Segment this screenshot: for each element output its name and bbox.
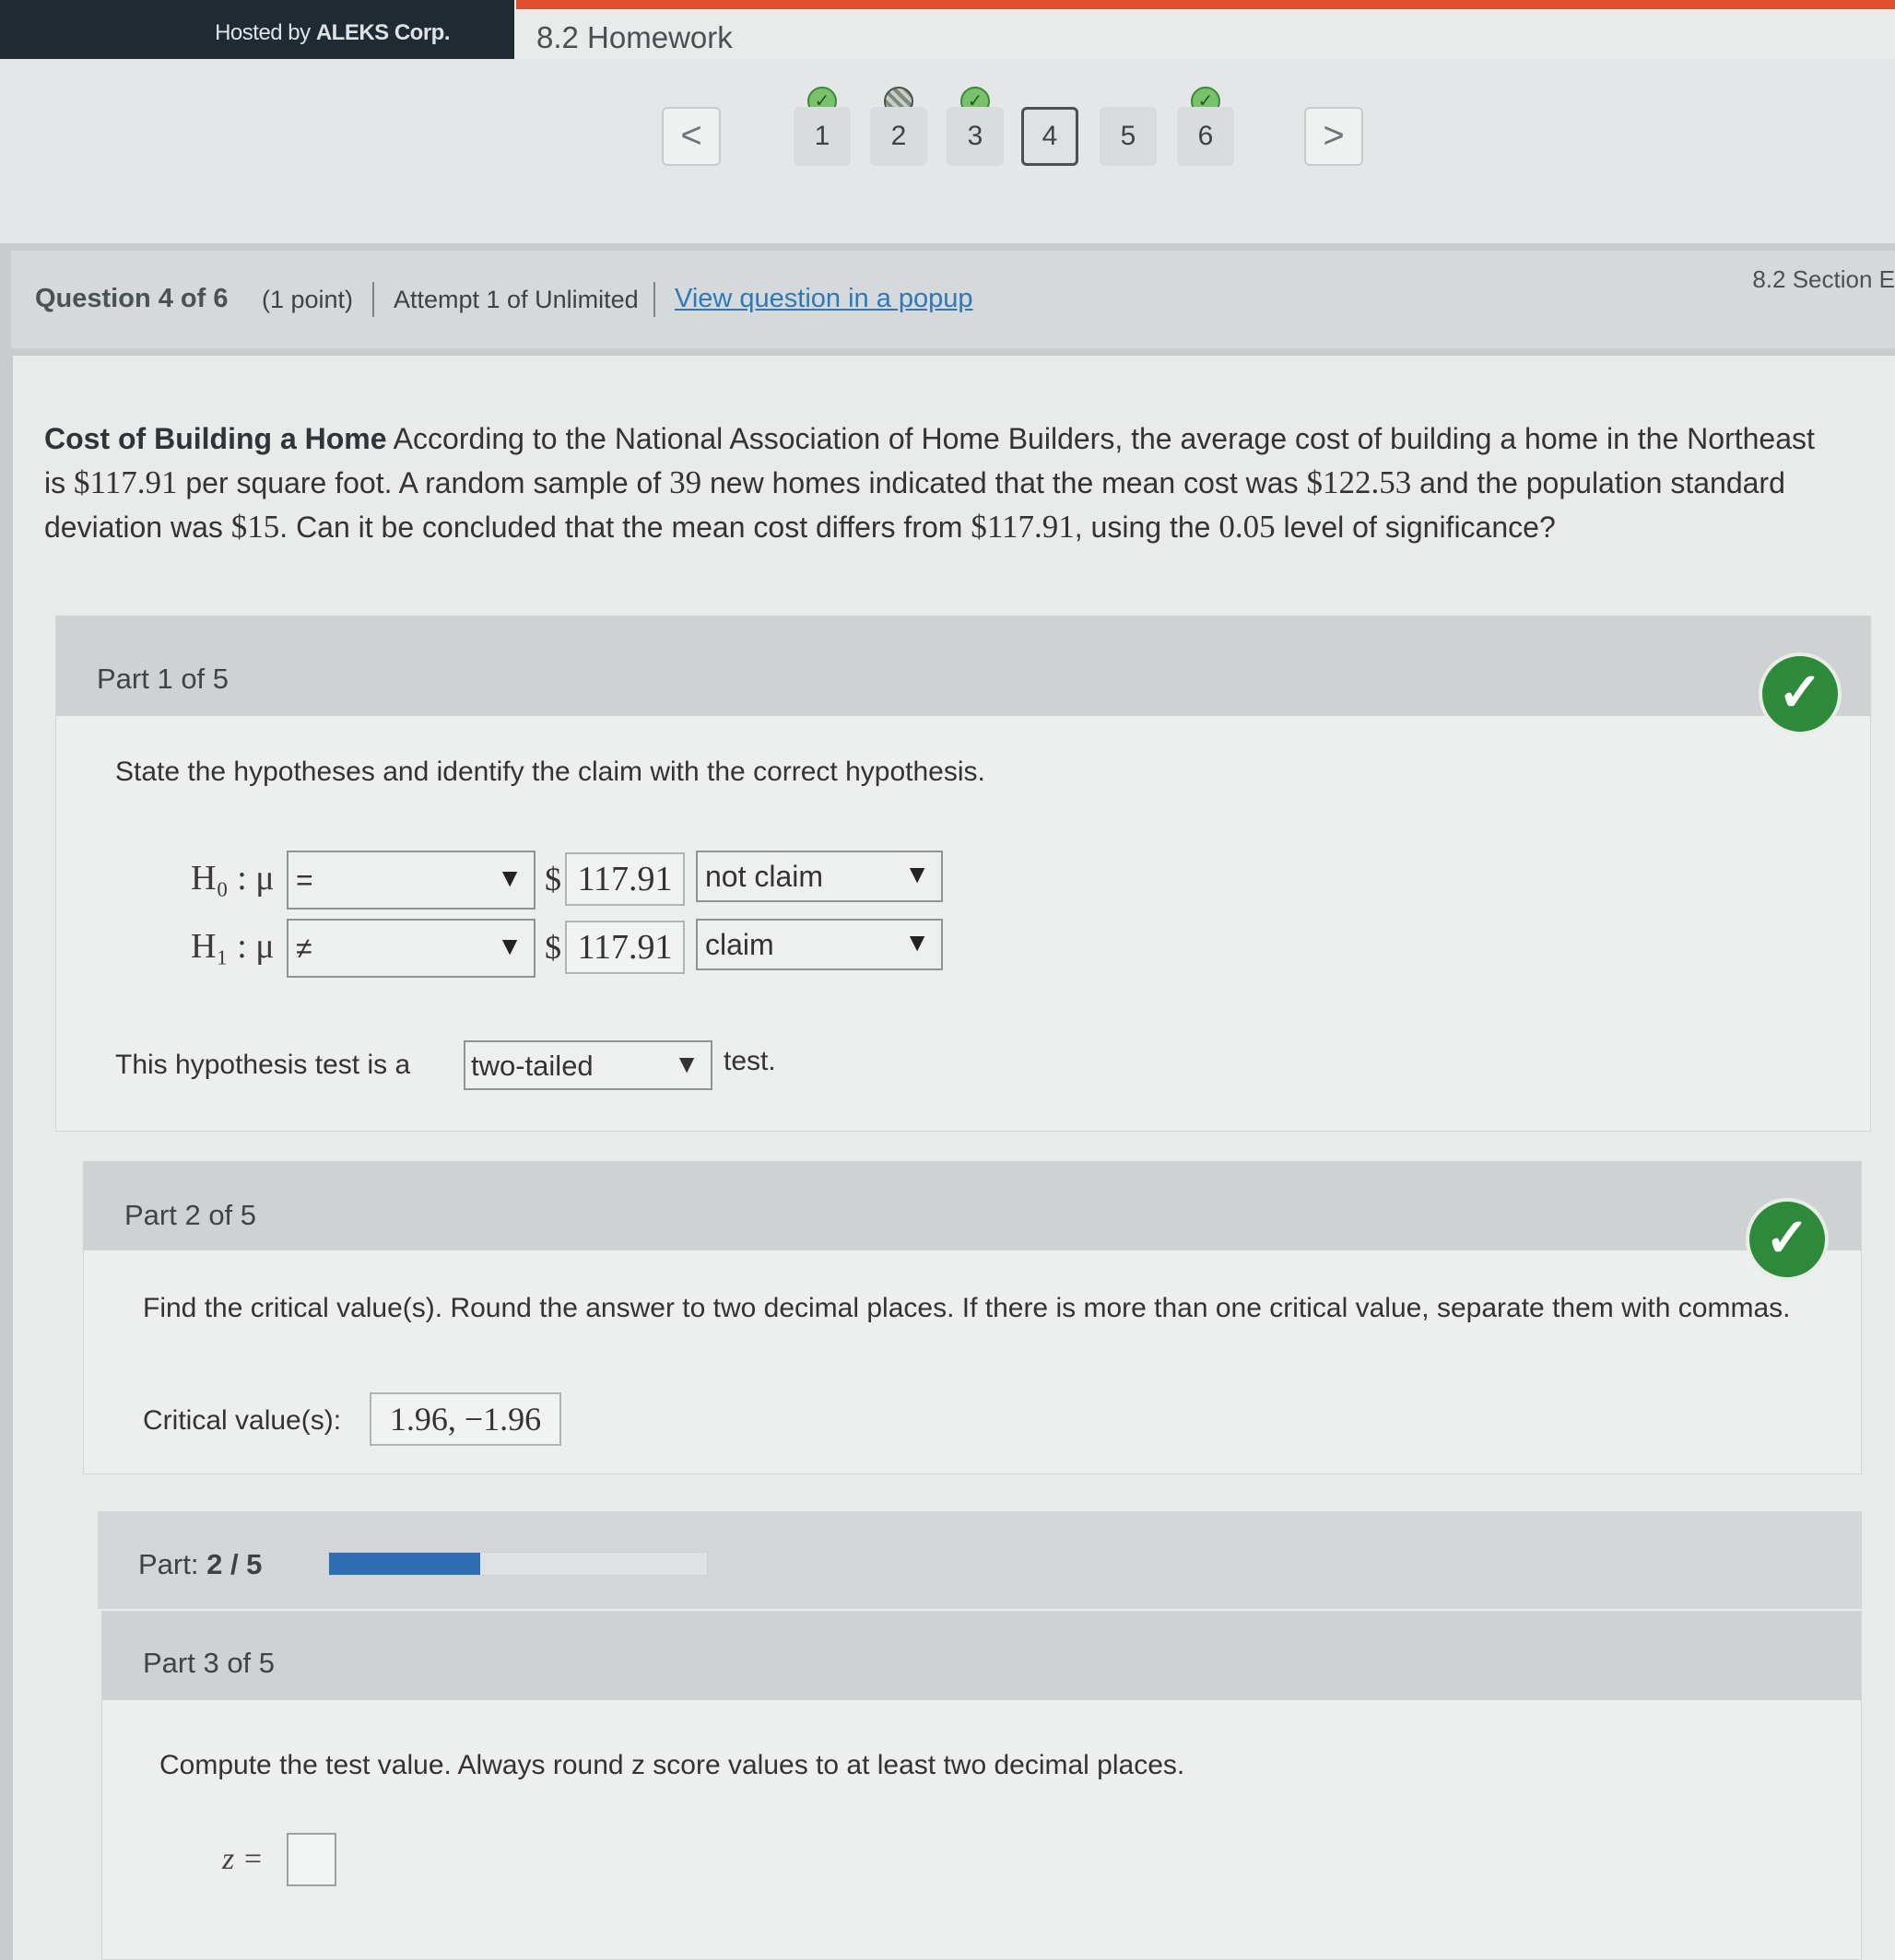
h1-operator-select[interactable]: ≠ ▼ [287, 919, 536, 978]
correct-check-icon: ✓ [1759, 652, 1842, 735]
part-3-title: Part 3 of 5 [143, 1647, 276, 1679]
next-question-button[interactable]: > [1304, 107, 1363, 166]
progress-value: 2 / 5 [206, 1548, 263, 1580]
part-2-title: Part 2 of 5 [124, 1199, 257, 1231]
hosted-brand: ALEKS Corp. [315, 20, 451, 45]
question-card: Cost of Building a Home According to the… [13, 356, 1895, 1960]
question-counter: Question 4 of 6 [35, 284, 229, 313]
h0-operator-value: = [296, 863, 313, 897]
critical-value-label: Critical value(s): [143, 1405, 342, 1436]
dropdown-caret-icon: ▼ [497, 863, 523, 892]
question-button-6[interactable]: 6 [1177, 107, 1234, 166]
test-type-select[interactable]: two-tailed ▼ [464, 1040, 712, 1090]
part-1-panel: Part 1 of 5 State the hypotheses and ide… [55, 616, 1871, 1132]
prompt-value: $15 [230, 509, 280, 545]
h0-value-input[interactable]: 117.91 [565, 852, 685, 906]
dropdown-caret-icon: ▼ [497, 932, 523, 960]
h0-label: H₀ : μ [191, 859, 275, 898]
dropdown-caret-icon: ▼ [904, 928, 930, 957]
section-label: 8.2 Section E [1752, 265, 1895, 293]
progress-label: Part: 2 / 5 [138, 1548, 262, 1581]
part-1-header: Part 1 of 5 [56, 616, 1870, 716]
chevron-left-icon: < [680, 115, 702, 156]
h0-dollar-sign: $ [545, 861, 561, 898]
prompt-text: new homes indicated that the mean cost w… [701, 466, 1307, 499]
prompt-text: . Can it be concluded that the mean cost… [279, 511, 971, 544]
progress-fill [329, 1553, 480, 1575]
chevron-right-icon: > [1323, 115, 1345, 156]
dropdown-caret-icon: ▼ [674, 1050, 700, 1078]
h1-operator-value: ≠ [296, 932, 312, 965]
divider [372, 282, 374, 317]
part-1-instruction: State the hypotheses and identify the cl… [115, 757, 985, 787]
h0-claim-value: not claim [705, 860, 824, 893]
prompt-value: $117.91 [971, 509, 1075, 545]
dropdown-caret-icon: ▼ [904, 860, 930, 888]
test-type-value: two-tailed [471, 1050, 594, 1082]
question-prompt: Cost of Building a Home According to the… [44, 417, 1842, 549]
divider [653, 282, 655, 317]
question-button-1[interactable]: 1 [794, 107, 851, 166]
previous-question-button[interactable]: < [662, 107, 721, 166]
h1-label: H₁ : μ [191, 927, 275, 966]
assignment-title: 8.2 Homework [536, 20, 733, 54]
part-2-panel: Part 2 of 5 Find the critical value(s). … [83, 1161, 1862, 1474]
h1-claim-value: claim [705, 928, 774, 961]
question-info-bar: Question 4 of 6 (1 point) Attempt 1 of U… [11, 251, 1895, 348]
part-2-instruction: Find the critical value(s). Round the an… [143, 1293, 1791, 1323]
h0-claim-select[interactable]: not claim ▼ [696, 851, 943, 902]
progress-track [328, 1552, 708, 1576]
question-button-3[interactable]: 3 [947, 107, 1004, 166]
test-type-suffix: test. [724, 1046, 776, 1076]
accent-stripe [516, 0, 1895, 9]
question-points: (1 point) [262, 286, 354, 313]
part-3-panel: Part 3 of 5 Compute the test value. Alwa… [101, 1611, 1862, 1960]
hosted-prefix: Hosted by [215, 20, 316, 45]
prompt-value: 0.05 [1218, 509, 1276, 545]
prompt-text: per square foot. A random sample of [177, 466, 670, 499]
prompt-text: level of significance? [1275, 511, 1556, 544]
z-value-input[interactable] [287, 1833, 336, 1886]
part-2-header: Part 2 of 5 [84, 1162, 1861, 1250]
prompt-value: 39 [669, 464, 702, 500]
h1-value-input[interactable]: 117.91 [565, 921, 685, 974]
h1-claim-select[interactable]: claim ▼ [696, 919, 943, 970]
part-3-instruction: Compute the test value. Always round z s… [159, 1750, 1185, 1780]
hosted-by-banner: Hosted by ALEKS Corp. [0, 0, 514, 59]
prompt-value: $122.53 [1306, 464, 1412, 500]
prompt-value: $117.91 [74, 464, 178, 500]
attempt-counter: Attempt 1 of Unlimited [394, 286, 639, 313]
part-3-header: Part 3 of 5 [102, 1612, 1861, 1700]
correct-check-icon: ✓ [1746, 1198, 1829, 1281]
prompt-title: Cost of Building a Home [44, 422, 387, 455]
progress-label-text: Part: [138, 1548, 199, 1580]
question-button-4[interactable]: 4 [1021, 107, 1078, 166]
h1-dollar-sign: $ [545, 929, 561, 966]
question-button-2[interactable]: 2 [870, 107, 927, 166]
part-progress-bar: Part: 2 / 5 [98, 1511, 1862, 1609]
h0-operator-select[interactable]: = ▼ [287, 851, 536, 910]
part-1-title: Part 1 of 5 [97, 663, 230, 695]
z-label: z = [222, 1842, 264, 1876]
view-popup-link[interactable]: View question in a popup [675, 284, 973, 314]
test-type-prefix: This hypothesis test is a [115, 1050, 411, 1080]
critical-value-input[interactable]: 1.96, −1.96 [370, 1392, 561, 1446]
question-button-5[interactable]: 5 [1100, 107, 1157, 166]
prompt-text: , using the [1074, 511, 1219, 544]
